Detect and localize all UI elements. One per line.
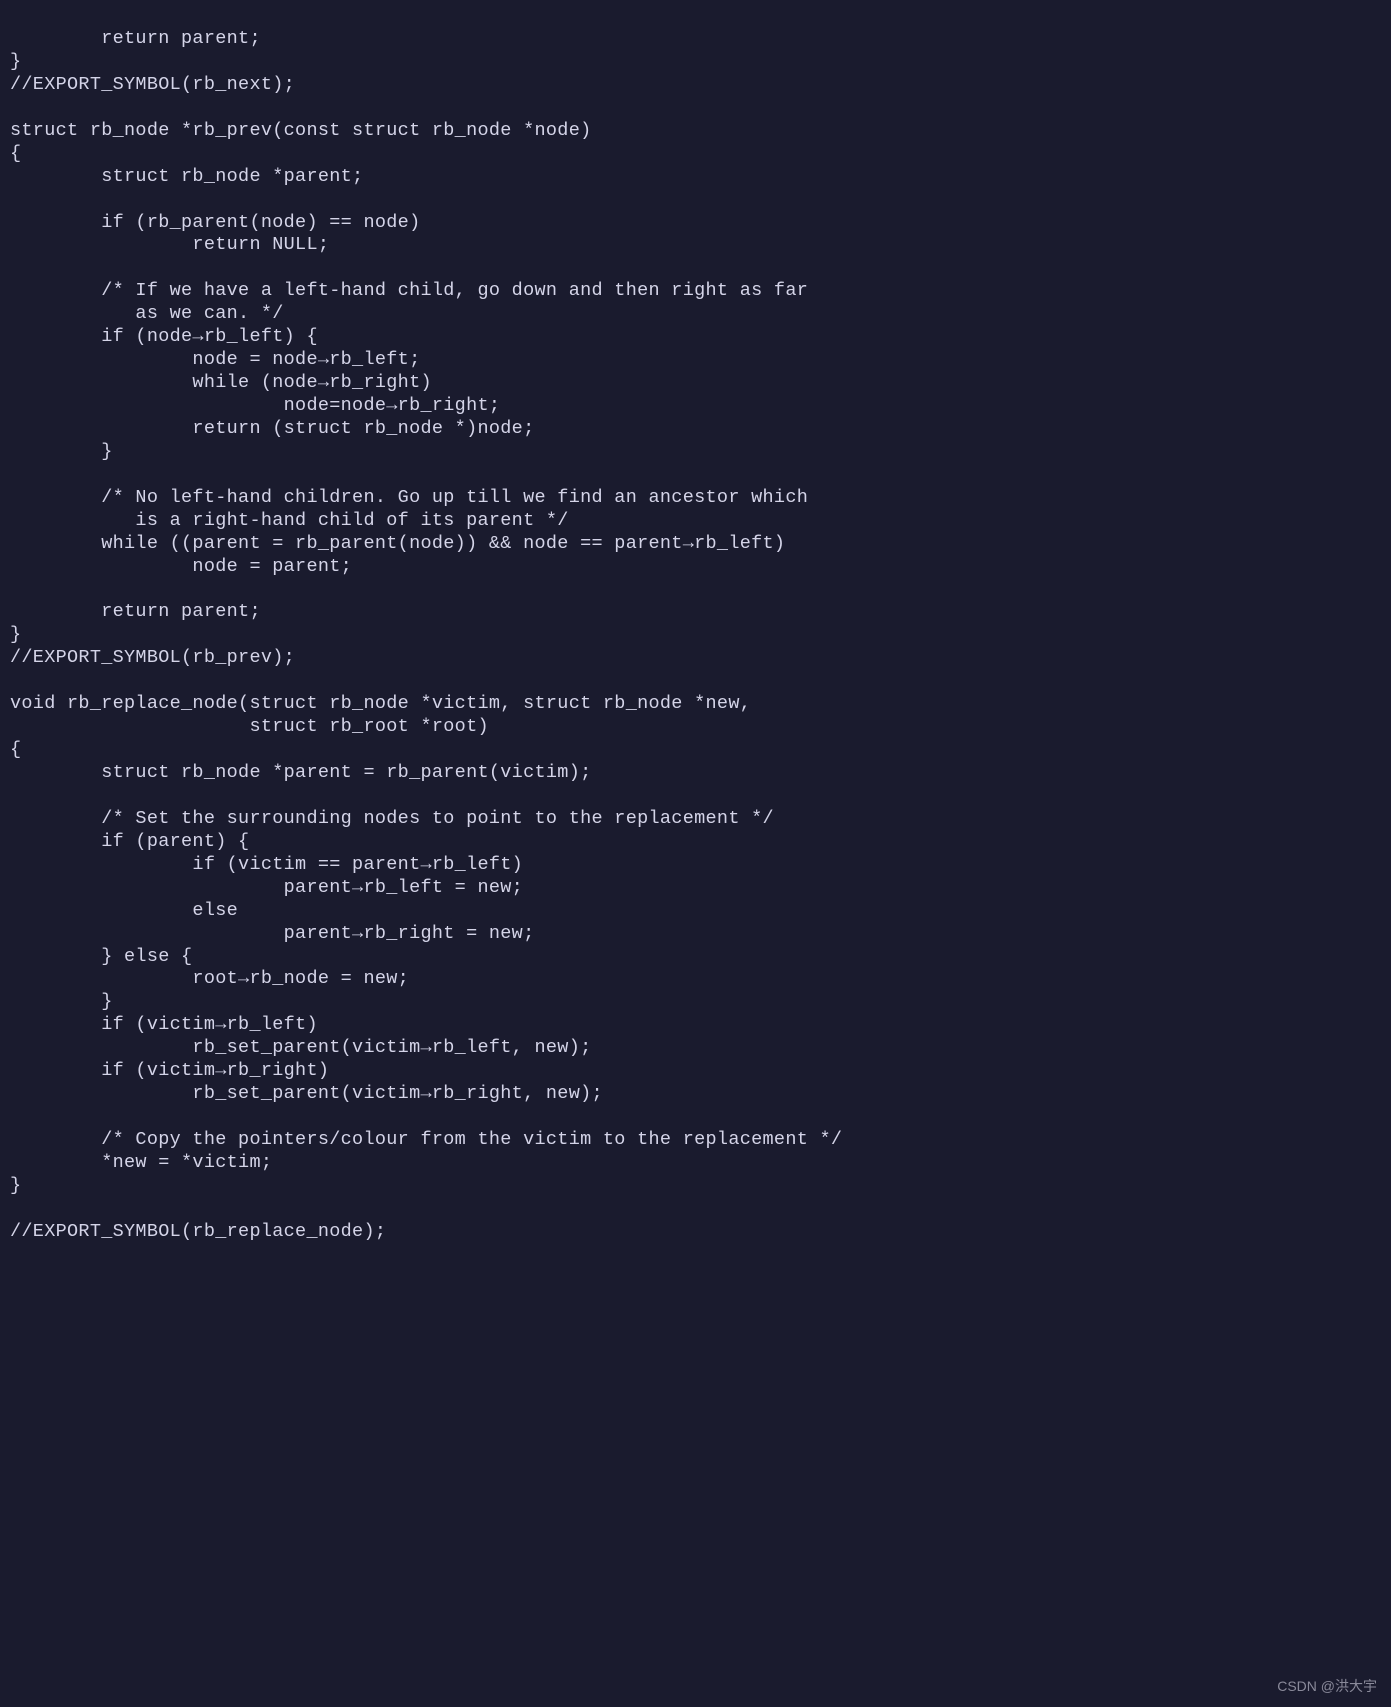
code-text: return parent; } //EXPORT_SYMBOL(rb_next… xyxy=(10,28,842,1242)
watermark: CSDN @洪大宇 xyxy=(1277,1678,1377,1695)
code-block: return parent; } //EXPORT_SYMBOL(rb_next… xyxy=(0,0,1391,1254)
